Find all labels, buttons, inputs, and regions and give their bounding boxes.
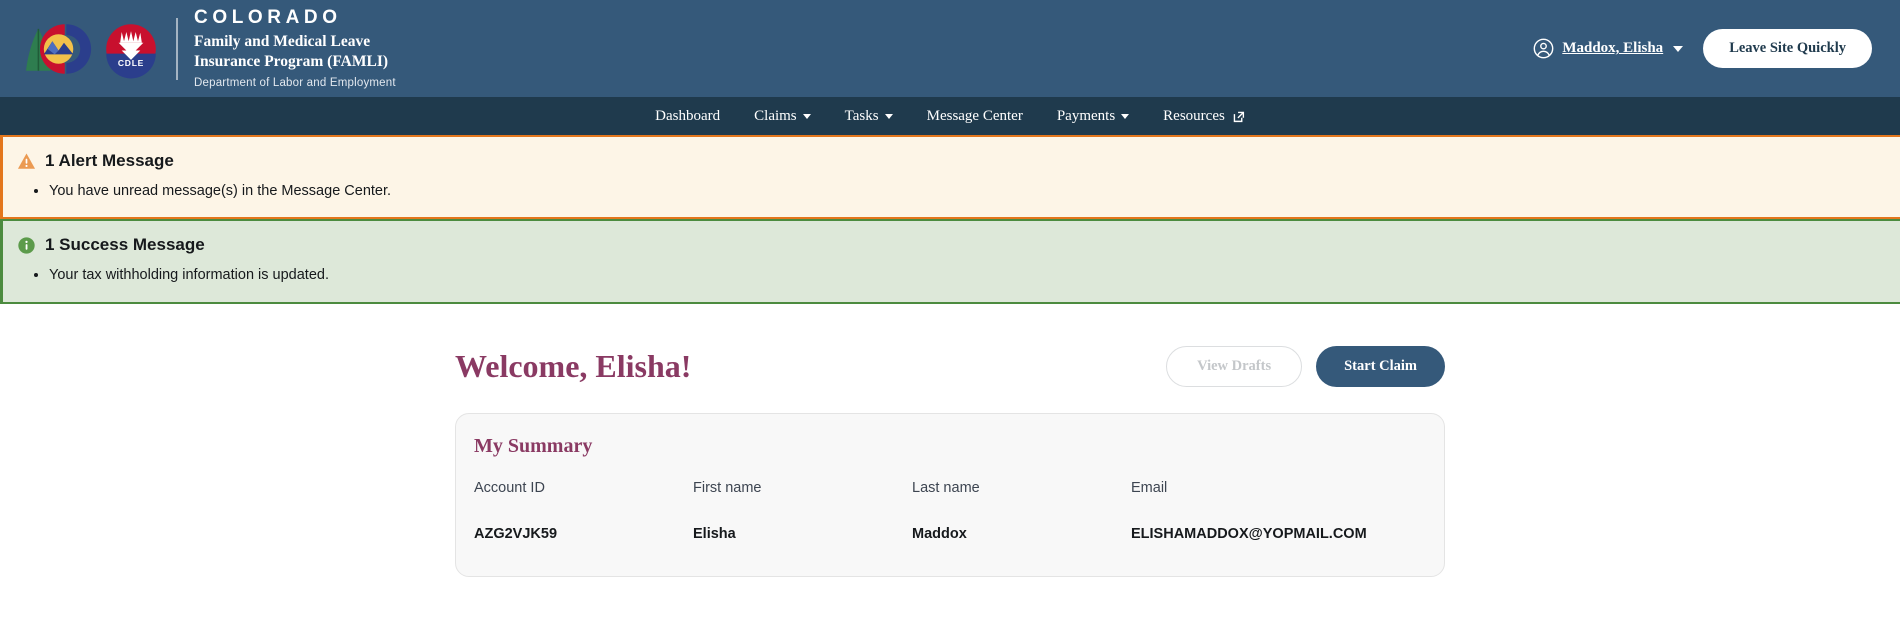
content-column: Welcome, Elisha! View Drafts Start Claim… [455,345,1445,577]
alert-banner-title: 1 Alert Message [45,151,174,170]
alert-message-banner: 1 Alert Message You have unread message(… [0,135,1900,220]
summary-header-account-id: Account ID [474,479,545,496]
alert-message-list: You have unread message(s) in the Messag… [3,181,1900,201]
brand-divider [176,17,178,80]
welcome-actions: View Drafts Start Claim [1166,345,1445,387]
my-summary-table: Account ID First name Last name Email AZ… [474,480,1426,542]
brand-department: Department of Labor and Employment [194,76,396,89]
success-message-item: Your tax withholding information is upda… [49,265,1900,285]
nav-item-claims[interactable]: Claims [737,108,828,125]
brand-program-line1: Family and Medical Leave [194,32,371,50]
alert-message-item: You have unread message(s) in the Messag… [49,181,1900,201]
summary-value-first-name: Elisha [693,525,736,542]
nav-label-payments: Payments [1056,107,1116,124]
brand-lockup: CDLE COLORADO Family and Medical Leave I… [18,7,396,90]
nav-label-message-center: Message Center [926,107,1023,124]
nav-item-message-center[interactable]: Message Center [910,108,1040,125]
my-summary-title: My Summary [474,434,593,457]
nav-item-payments[interactable]: Payments [1040,108,1146,125]
brand-text: COLORADO Family and Medical Leave Insura… [194,7,396,90]
site-masthead: CDLE COLORADO Family and Medical Leave I… [0,0,1900,97]
nav-label-claims: Claims [754,107,797,124]
welcome-row: Welcome, Elisha! View Drafts Start Claim [455,345,1445,387]
success-banner-title: 1 Success Message [45,235,205,255]
user-name-label: Maddox, Elisha [1562,40,1664,56]
summary-header-last-name: Last name [912,479,980,496]
main-navigation: Dashboard Claims Tasks Message Center Pa… [0,97,1900,135]
brand-colorado: COLORADO [194,7,342,29]
success-banner-header: 1 Success Message [3,235,1900,255]
summary-value-last-name: Maddox [912,525,967,542]
summary-value-email: ELISHAMADDOX@YOPMAIL.COM [1131,525,1367,542]
chevron-down-icon [1673,45,1684,52]
page-title: Welcome, Elisha! [455,348,692,385]
chevron-down-icon [884,113,893,119]
nav-label-tasks: Tasks [844,107,879,124]
nav-item-tasks[interactable]: Tasks [828,108,910,125]
user-menu[interactable]: Maddox, Elisha [1533,38,1684,59]
summary-header-first-name: First name [693,479,762,496]
leave-site-quickly-button[interactable]: Leave Site Quickly [1703,29,1872,68]
chevron-down-icon [1121,113,1130,119]
user-account-icon [1533,38,1554,59]
external-link-icon [1233,111,1244,122]
logo-marks: CDLE [18,18,162,80]
nav-label-dashboard: Dashboard [655,107,721,124]
chevron-down-icon [802,113,811,119]
nav-item-resources[interactable]: Resources [1146,108,1262,125]
warning-triangle-icon [17,153,36,169]
main-content: Welcome, Elisha! View Drafts Start Claim… [0,304,1900,577]
svg-text:CDLE: CDLE [118,58,144,68]
brand-program-line2: Insurance Program (FAMLI) [194,52,389,70]
view-drafts-button[interactable]: View Drafts [1166,345,1303,387]
start-claim-button[interactable]: Start Claim [1316,345,1445,387]
colorado-state-logo [26,23,92,74]
summary-value-account-id: AZG2VJK59 [474,525,558,542]
alert-banner-header: 1 Alert Message [3,151,1900,171]
cdle-seal-logo: CDLE [106,23,156,78]
success-message-list: Your tax withholding information is upda… [3,265,1900,285]
info-circle-icon [18,237,35,254]
masthead-right: Maddox, Elisha Leave Site Quickly [1533,29,1872,68]
nav-item-dashboard[interactable]: Dashboard [638,108,737,125]
summary-header-email: Email [1131,479,1168,496]
success-message-banner: 1 Success Message Your tax withholding i… [0,219,1900,304]
nav-label-resources: Resources [1163,107,1225,124]
my-summary-card: My Summary Account ID First name Last na… [455,412,1445,577]
